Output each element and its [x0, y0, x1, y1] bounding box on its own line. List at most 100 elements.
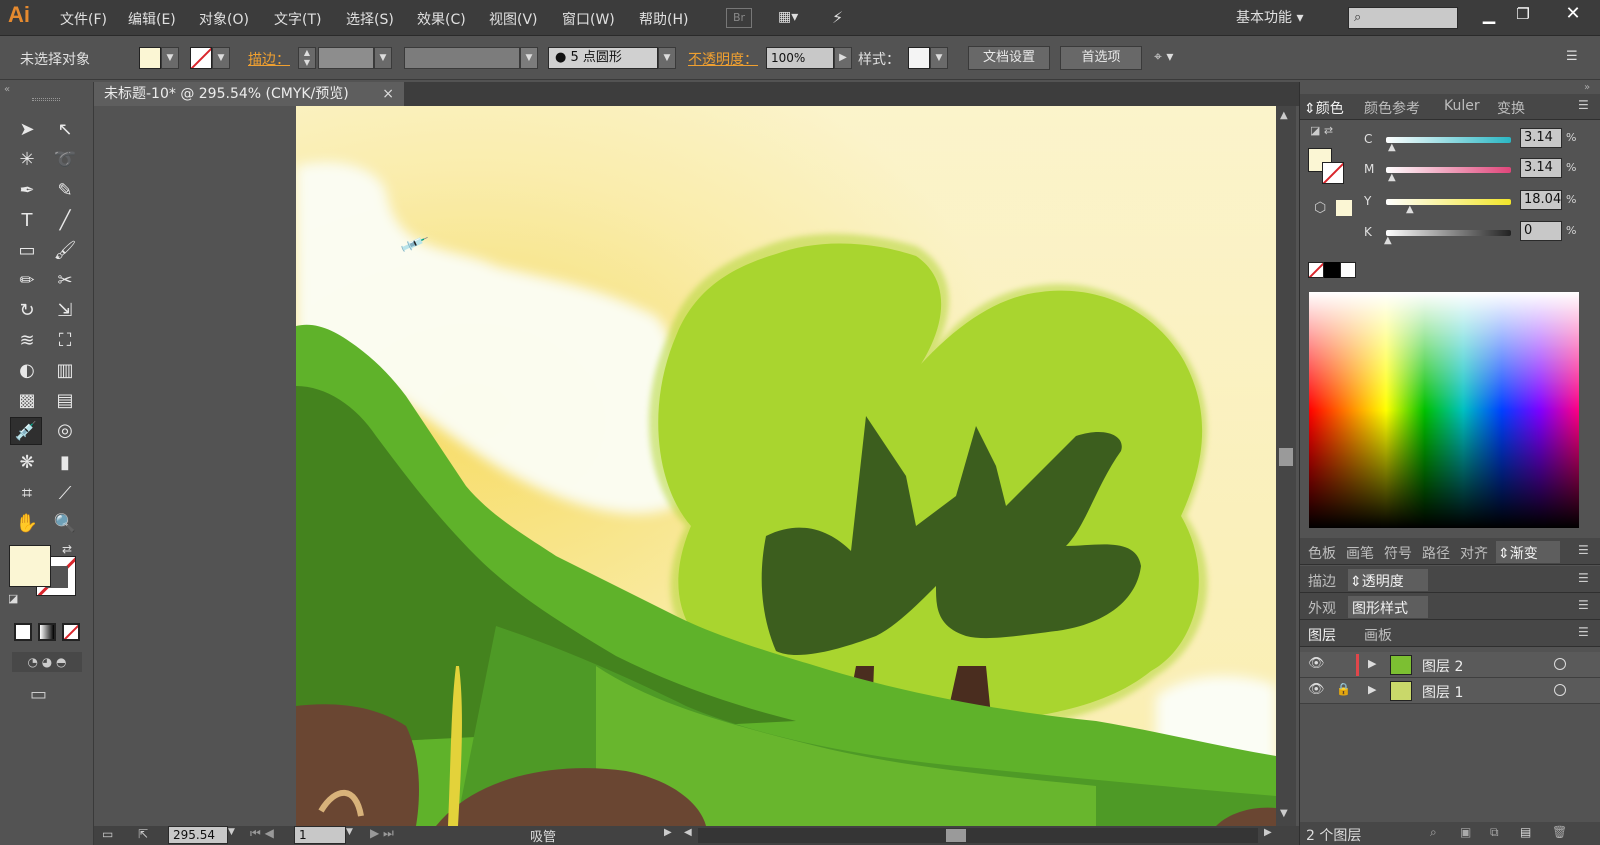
status-menu-icon[interactable]: ▶	[664, 827, 672, 838]
slice-tool-icon[interactable]: ⟋	[50, 480, 80, 508]
layer-1-visibility-icon[interactable]: 👁	[1308, 682, 1325, 697]
line-tool-icon[interactable]: ╱	[50, 207, 80, 235]
perspective-grid-tool-icon[interactable]: ▥	[50, 357, 80, 385]
layers-panel-menu-icon[interactable]: ☰	[1578, 625, 1589, 639]
gradient-tool-icon[interactable]: ▤	[50, 387, 80, 415]
rectangle-tool-icon[interactable]: ▭	[12, 237, 42, 265]
graphic-style-dropdown[interactable]: ▼	[930, 47, 948, 69]
artwork-canvas[interactable]	[296, 106, 1276, 826]
out-of-gamut-icon[interactable]: ⬡	[1314, 200, 1326, 216]
none-mode-icon[interactable]	[62, 623, 80, 641]
scale-tool-icon[interactable]: ⇲	[50, 297, 80, 325]
tab-transform[interactable]: 变换	[1497, 98, 1525, 118]
layer-2-target-icon[interactable]	[1554, 658, 1566, 670]
tab-pathfinder[interactable]: 路径	[1422, 543, 1450, 563]
locate-object-icon[interactable]: ⌕	[1430, 825, 1437, 840]
paintbrush-tool-icon[interactable]: 🖌	[50, 237, 80, 265]
brush-dropdown[interactable]: ▼	[658, 47, 676, 69]
zoom-field[interactable]: 295.54	[168, 826, 228, 844]
layer-1-expand-icon[interactable]: ▶	[1368, 683, 1376, 696]
open-in-bridge-icon[interactable]: ⇱	[138, 827, 148, 841]
tab-color-guide[interactable]: 颜色参考	[1364, 98, 1420, 118]
tab-symbols[interactable]: 符号	[1384, 543, 1412, 563]
closest-color-swatch[interactable]	[1336, 200, 1352, 216]
tab-graphic-styles[interactable]: 图形样式	[1348, 596, 1428, 618]
scroll-right-icon[interactable]: ▶	[1264, 827, 1272, 838]
color-mode-icon[interactable]	[14, 623, 32, 641]
artboard-dropdown[interactable]: ▼	[346, 827, 353, 837]
layer-row-1[interactable]: 👁 🔒 ▶ 图层 1	[1300, 678, 1600, 704]
channel-k-slider[interactable]	[1386, 230, 1511, 236]
tab-align[interactable]: 对齐	[1460, 543, 1488, 563]
scissors-tool-icon[interactable]: ✂	[50, 267, 80, 295]
channel-c-slider[interactable]	[1386, 137, 1511, 143]
rotate-tool-icon[interactable]: ↻	[12, 297, 42, 325]
channel-k-thumb[interactable]: ▲	[1384, 235, 1392, 246]
magic-wand-tool-icon[interactable]: ✳	[12, 146, 42, 174]
color-panel-menu-icon[interactable]: ☰	[1578, 98, 1589, 112]
toolbox-grip[interactable]	[32, 98, 60, 101]
restore-button[interactable]: ❐	[1510, 5, 1536, 27]
layer-1-target-icon[interactable]	[1554, 684, 1566, 696]
gpu-performance-icon[interactable]: ⚡	[832, 8, 860, 28]
collapse-toolbox-icon[interactable]: «	[4, 84, 10, 95]
tab-layers[interactable]: 图层	[1308, 625, 1336, 645]
channel-y-slider[interactable]	[1386, 199, 1511, 205]
channel-m-thumb[interactable]: ▲	[1388, 172, 1396, 183]
warp-tool-icon[interactable]: ≋	[12, 327, 42, 355]
tab-artboards[interactable]: 画板	[1364, 625, 1392, 645]
type-tool-icon[interactable]: T	[12, 207, 42, 235]
arrange-documents-icon[interactable]: ▦▾	[778, 9, 810, 27]
menu-edit[interactable]: 编辑(E)	[128, 9, 176, 29]
screen-mode-icon[interactable]: ▭	[30, 684, 47, 705]
new-sublayer-icon[interactable]: ⧉	[1490, 825, 1499, 840]
scroll-down-icon[interactable]: ▼	[1280, 808, 1288, 819]
layer-1-lock-icon[interactable]: 🔒	[1336, 682, 1351, 696]
stroke-label[interactable]: 描边：	[248, 49, 290, 69]
tab-appearance[interactable]: 外观	[1308, 598, 1336, 618]
tab-color[interactable]: ⇕颜色	[1304, 98, 1344, 118]
menu-help[interactable]: 帮助(H)	[639, 9, 688, 29]
menu-view[interactable]: 视图(V)	[489, 9, 538, 29]
white-color-chip[interactable]	[1340, 262, 1356, 278]
channel-m-value[interactable]: 3.14	[1520, 158, 1562, 178]
layer-1-name[interactable]: 图层 1	[1422, 682, 1463, 702]
selection-tool-icon[interactable]: ➤	[12, 116, 42, 144]
fill-swatch[interactable]	[139, 47, 161, 69]
close-document-icon[interactable]: ×	[382, 82, 394, 106]
tab-kuler[interactable]: Kuler	[1444, 98, 1480, 114]
layers-list-empty-area[interactable]	[1300, 704, 1600, 820]
channel-c-value[interactable]: 3.14	[1520, 128, 1562, 148]
document-tab[interactable]: 未标题-10* @ 295.54% (CMYK/预览) ×	[94, 82, 404, 106]
menu-effect[interactable]: 效果(C)	[417, 9, 466, 29]
stroke-dropdown[interactable]: ▼	[212, 47, 230, 69]
new-layer-icon[interactable]: ▤	[1520, 825, 1531, 839]
zoom-dropdown[interactable]: ▼	[228, 827, 235, 837]
tab-swatches[interactable]: 色板	[1308, 543, 1336, 563]
layer-2-name[interactable]: 图层 2	[1422, 656, 1463, 676]
layer-2-expand-icon[interactable]: ▶	[1368, 657, 1376, 670]
artboard-tool-icon[interactable]: ⌗	[12, 480, 42, 508]
menu-window[interactable]: 窗口(W)	[562, 9, 615, 29]
brush-definition[interactable]: ● 5 点圆形	[548, 47, 658, 69]
channel-c-thumb[interactable]: ▲	[1388, 142, 1396, 153]
next-artboard-icon[interactable]: ▶ ⏭	[370, 826, 394, 841]
tab-transparency[interactable]: ⇕透明度	[1348, 569, 1428, 591]
swatches-panel-menu-icon[interactable]: ☰	[1578, 543, 1589, 557]
horizontal-scrollbar[interactable]	[698, 828, 1258, 843]
vertical-scroll-thumb[interactable]	[1279, 448, 1293, 466]
pencil-tool-icon[interactable]: ✏	[12, 267, 42, 295]
control-bar-menu-icon[interactable]: ☰	[1566, 49, 1578, 64]
appearance-panel-menu-icon[interactable]: ☰	[1578, 598, 1589, 612]
bridge-button[interactable]: Br	[726, 8, 752, 28]
none-color-chip[interactable]	[1308, 262, 1324, 278]
mesh-tool-icon[interactable]: ▩	[12, 387, 42, 415]
preferences-button[interactable]: 首选项	[1060, 46, 1142, 70]
gradient-mode-icon[interactable]	[38, 623, 56, 641]
tab-stroke[interactable]: 描边	[1308, 571, 1336, 591]
menu-file[interactable]: 文件(F)	[60, 9, 107, 29]
minimize-button[interactable]: ▁	[1476, 5, 1502, 27]
delete-layer-icon[interactable]: 🗑	[1552, 825, 1567, 839]
channel-m-slider[interactable]	[1386, 167, 1511, 173]
channel-y-thumb[interactable]: ▲	[1406, 204, 1414, 215]
